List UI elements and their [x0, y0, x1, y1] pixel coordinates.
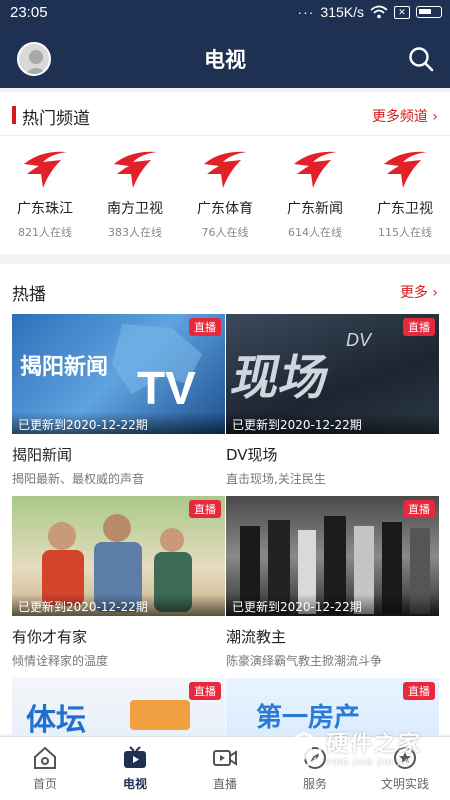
channel-name: 广东新闻: [287, 201, 343, 217]
update-label: 已更新到2020-12-22期: [226, 412, 439, 434]
hot-programs-title: 热播: [12, 285, 46, 305]
more-programs-label: 更多: [399, 285, 428, 301]
poster-tag: TV: [137, 362, 196, 414]
channel-online-count: 614人在线: [288, 226, 342, 239]
status-time: 23:05: [10, 4, 48, 21]
page-title: 电视: [204, 48, 246, 72]
program-title: 有你才有家: [12, 628, 88, 646]
battery-icon: [416, 6, 442, 18]
update-label: 已更新到2020-12-22期: [12, 412, 225, 434]
channel-online-count: 821人在线: [18, 226, 72, 239]
program-title: 潮流教主: [226, 628, 287, 646]
more-channels-link[interactable]: 更多频道 ›: [372, 106, 438, 126]
watermark-subtext: YING JIAN ZHI JIA: [326, 758, 411, 767]
update-label: 已更新到2020-12-22期: [12, 594, 225, 616]
gdtv-logo-icon: [204, 151, 247, 188]
gdtv-logo-icon: [384, 151, 427, 188]
hot-channels-section: 热门频道 更多频道 › 广东珠江 821人在线 南方卫视 383人在线 广东体育…: [0, 92, 450, 254]
status-bar: 23:05 ··· 315K/s ✕: [0, 0, 450, 26]
poster-text: 体坛: [26, 703, 86, 738]
gdtv-logo-icon: [24, 151, 67, 188]
channel-item[interactable]: 广东体育 76人在线: [180, 148, 270, 248]
program-thumbnail: 揭阳新闻 TV 直播 已更新到2020-12-22期: [12, 314, 225, 434]
hot-channels-header: 热门频道 更多频道 ›: [0, 92, 450, 136]
hot-programs-section: 热播 更多 › 揭阳新闻 TV 直播 已更新到2020-12-22期 揭阳新闻 …: [0, 264, 450, 798]
chevron-right-icon: ›: [432, 109, 438, 125]
chevron-right-icon: ›: [432, 285, 438, 301]
program-description: 揭阳最新、最权威的声音: [12, 472, 145, 486]
network-speed: 315K/s: [320, 4, 364, 20]
update-label: 已更新到2020-12-22期: [226, 594, 439, 616]
program-description: 陈豪演绎霸气教主掀潮流斗争: [226, 654, 383, 668]
poster-text: 揭阳新闻: [20, 354, 108, 380]
live-badge: 直播: [403, 318, 435, 336]
program-thumbnail: 现场 DV 直播 已更新到2020-12-22期: [226, 314, 439, 434]
nav-item-tv[interactable]: 电视: [90, 737, 180, 800]
nav-item-live[interactable]: 直播: [180, 737, 270, 800]
app-header: 23:05 ··· 315K/s ✕ 电视: [0, 0, 450, 88]
channel-online-count: 76人在线: [201, 226, 249, 239]
program-title: DV现场: [226, 446, 278, 464]
nav-item-home[interactable]: 首页: [0, 737, 90, 800]
channel-item[interactable]: 广东卫视 115人在线: [360, 148, 450, 248]
more-programs-link[interactable]: 更多 ›: [400, 282, 438, 302]
channel-item[interactable]: 广东新闻 614人在线: [270, 148, 360, 248]
channel-name: 广东体育: [197, 201, 253, 217]
search-icon[interactable]: [408, 46, 434, 72]
channel-item[interactable]: 广东珠江 821人在线: [0, 148, 90, 248]
nav-label: 首页: [32, 777, 57, 791]
poster-text: 现场: [226, 350, 334, 405]
live-badge: 直播: [189, 500, 221, 518]
watermark-logo-icon: [286, 731, 322, 769]
watermark: 硬件之家 YING JIAN ZHI JIA: [282, 724, 450, 784]
program-description: 直击现场,关注民生: [226, 472, 326, 486]
program-title: 揭阳新闻: [12, 446, 73, 464]
nav-label: 电视: [122, 777, 147, 791]
nav-label: 直播: [212, 777, 237, 791]
section-marker: [12, 106, 16, 124]
live-badge: 直播: [403, 500, 435, 518]
signal-dots: ···: [297, 4, 315, 20]
live-badge: 直播: [189, 682, 221, 700]
channel-list: 广东珠江 821人在线 南方卫视 383人在线 广东体育 76人在线 广东新闻 …: [0, 148, 450, 248]
program-card[interactable]: 直播 已更新到2020-12-22期 有你才有家 倾情诠释家的温度: [12, 496, 225, 669]
wifi-icon: [370, 5, 388, 19]
home-icon: [34, 746, 56, 769]
live-badge: 直播: [189, 318, 221, 336]
channel-name: 南方卫视: [107, 201, 163, 217]
status-icons: ··· 315K/s ✕: [297, 4, 442, 20]
channel-online-count: 383人在线: [108, 226, 162, 239]
channel-online-count: 115人在线: [378, 226, 432, 239]
hot-channels-title: 热门频道: [22, 109, 90, 129]
gdtv-logo-icon: [114, 151, 157, 188]
program-card[interactable]: 揭阳新闻 TV 直播 已更新到2020-12-22期 揭阳新闻 揭阳最新、最权威…: [12, 314, 225, 487]
channel-name: 广东卫视: [377, 201, 433, 217]
program-thumbnail: 直播 已更新到2020-12-22期: [12, 496, 225, 616]
tv-icon: [124, 746, 146, 768]
watermark-text: 硬件之家: [326, 732, 423, 757]
program-description: 倾情诠释家的温度: [12, 654, 109, 668]
sim-off-icon: ✕: [394, 5, 410, 19]
channel-item[interactable]: 南方卫视 383人在线: [90, 148, 180, 248]
poster-tag: DV: [346, 330, 373, 350]
more-channels-label: 更多频道: [371, 109, 428, 125]
gdtv-logo-icon: [294, 151, 337, 188]
channel-name: 广东珠江: [17, 201, 73, 217]
program-card[interactable]: 现场 DV 直播 已更新到2020-12-22期 DV现场 直击现场,关注民生: [226, 314, 439, 487]
video-camera-icon: [213, 750, 237, 766]
live-badge: 直播: [403, 682, 435, 700]
program-card[interactable]: 直播 已更新到2020-12-22期 潮流教主 陈豪演绎霸气教主掀潮流斗争: [226, 496, 439, 669]
program-thumbnail: 直播 已更新到2020-12-22期: [226, 496, 439, 616]
